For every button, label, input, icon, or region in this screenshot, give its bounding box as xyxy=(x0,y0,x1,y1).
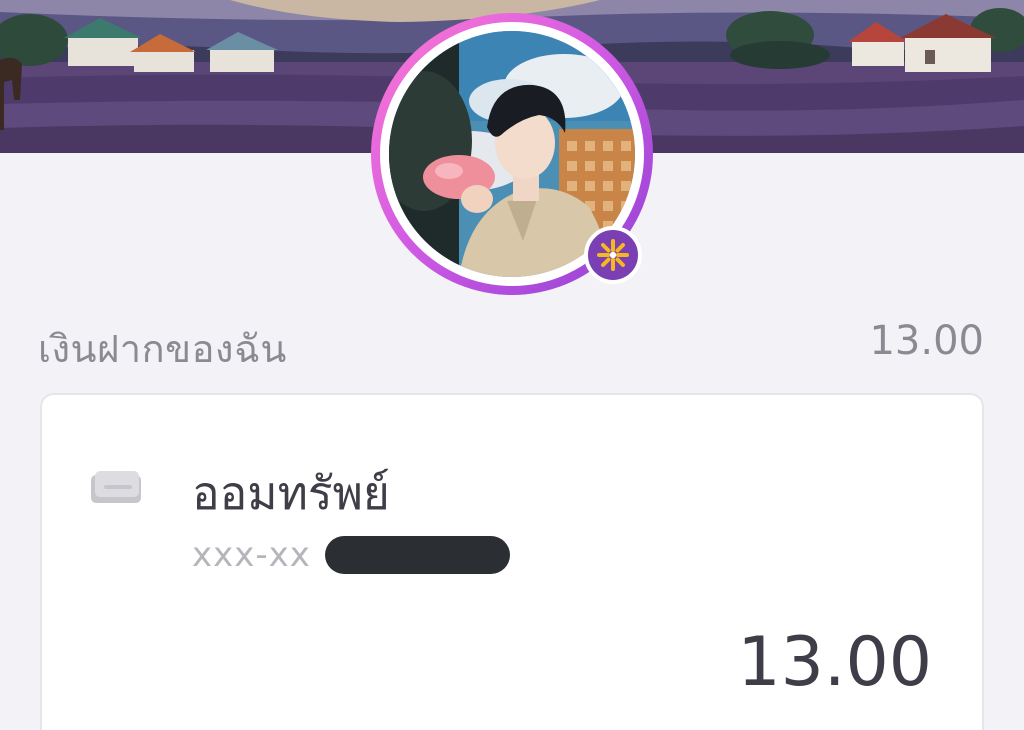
screen: เงินฝากของฉัน 13.00 ออมทรัพย์ xxx-xx 13.… xyxy=(0,0,1024,730)
section-title: เงินฝากของฉัน xyxy=(38,327,287,371)
account-balance: 13.00 xyxy=(737,623,932,702)
sparkle-icon xyxy=(584,226,642,284)
section-total-amount: 13.00 xyxy=(869,318,984,364)
account-name: ออมทรัพย์ xyxy=(192,466,390,520)
card-icon xyxy=(90,471,144,509)
account-number: xxx-xx xyxy=(192,535,311,575)
account-card[interactable]: ออมทรัพย์ xxx-xx 13.00 xyxy=(40,393,984,730)
redaction-mark xyxy=(325,536,510,574)
